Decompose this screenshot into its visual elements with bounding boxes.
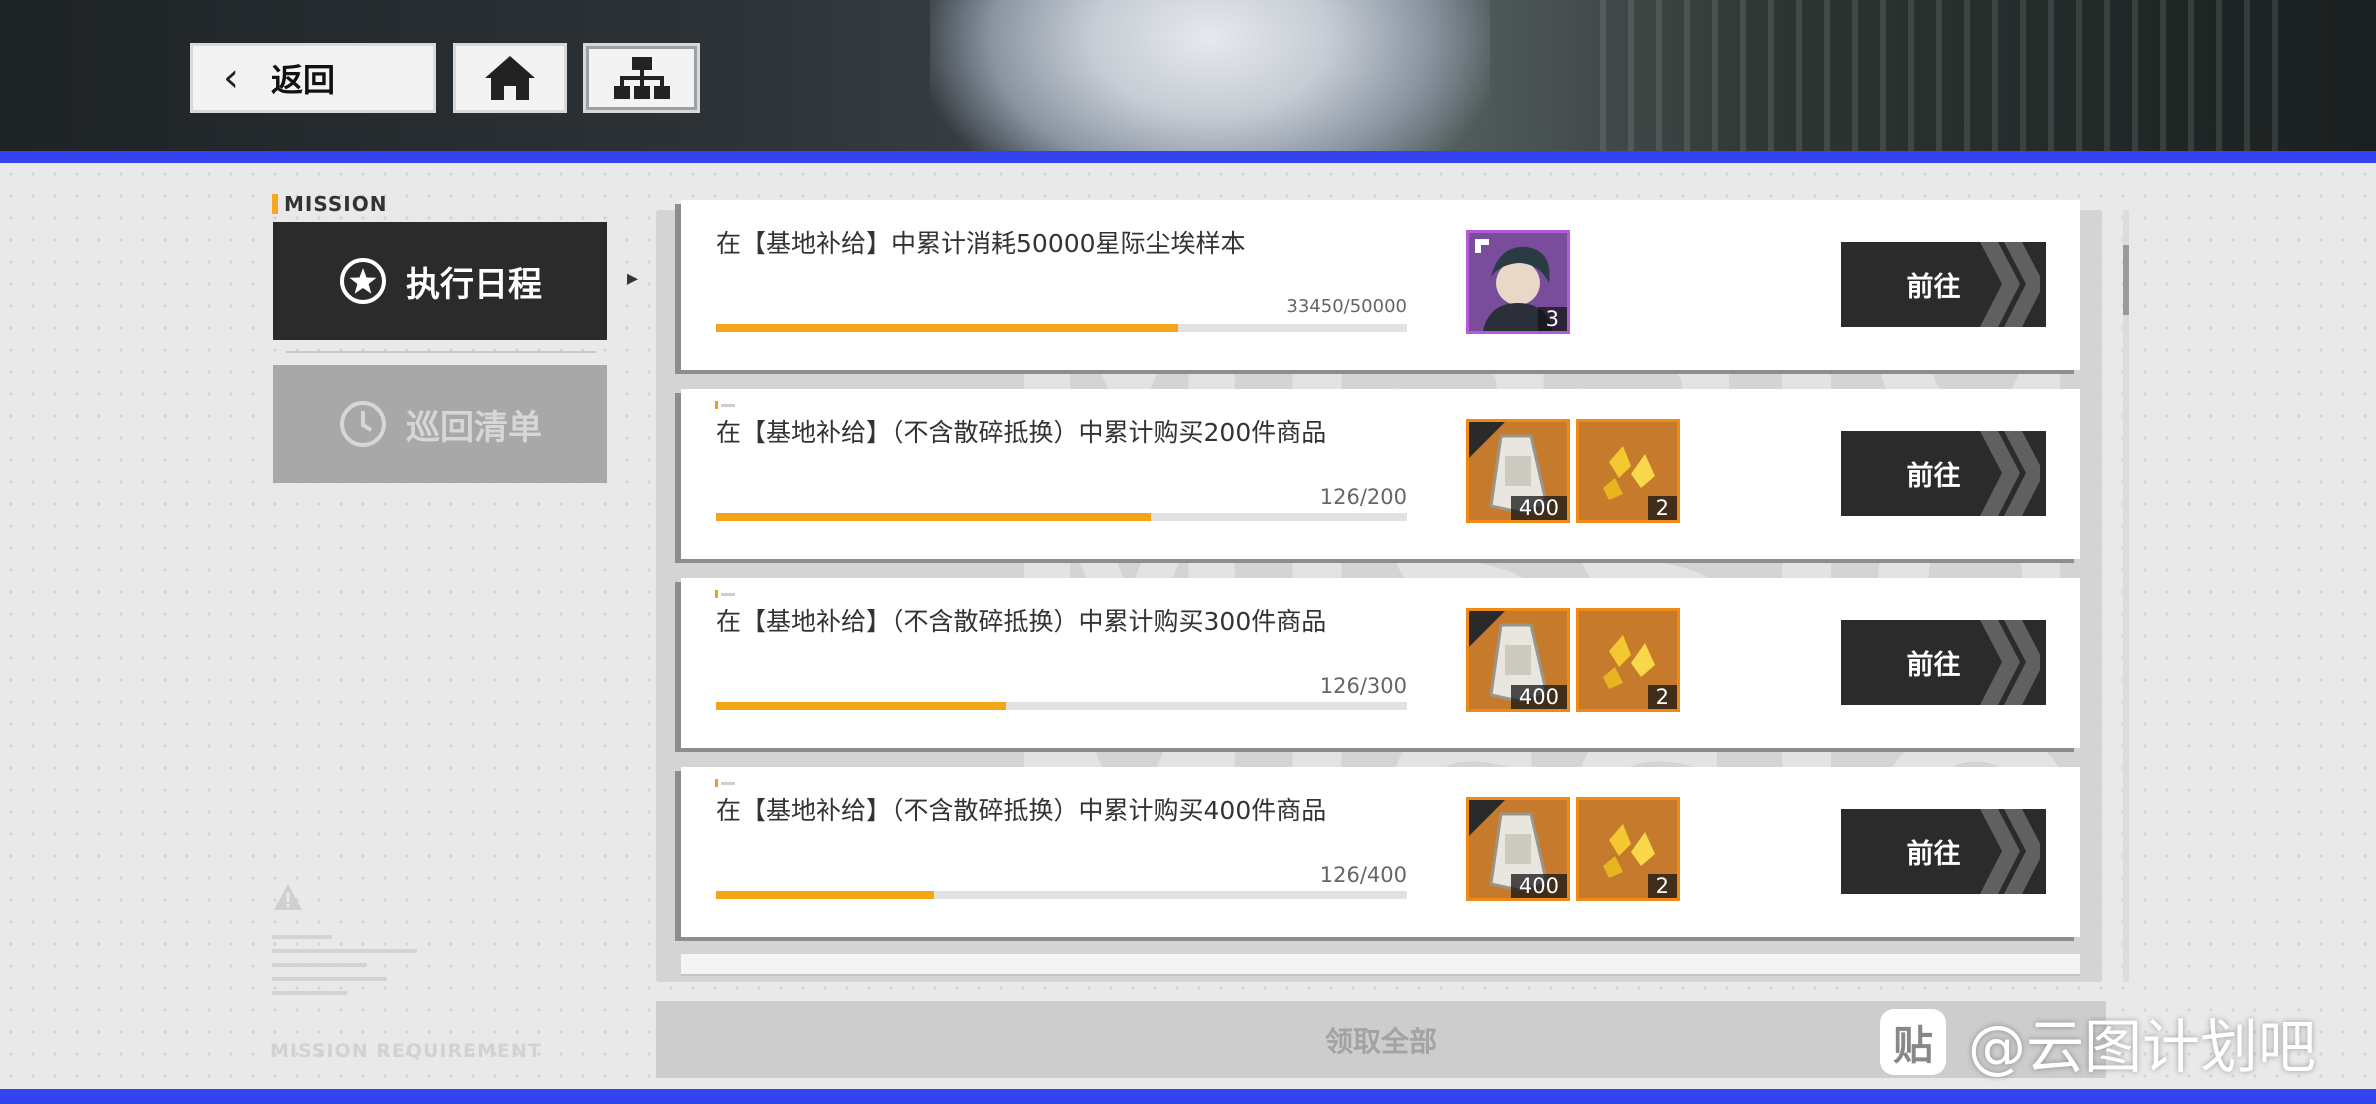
tab-patrol-list-label: 巡回清单: [406, 407, 542, 448]
double-chevron-icon: [1980, 431, 2040, 516]
footer-accent-bar: [0, 1089, 2376, 1104]
mission-section-label: MISSION: [284, 192, 388, 216]
back-button[interactable]: ‹ 返回: [190, 43, 436, 113]
go-button[interactable]: 前往: [1841, 809, 2046, 894]
mission-title: 在【基地补给】（不含散碎抵换）中累计购买300件商品: [716, 607, 1327, 636]
reward-quantity: 2: [1647, 874, 1677, 898]
reward-quantity: 400: [1510, 874, 1567, 898]
mission-progress-bar: [716, 891, 1407, 899]
reward-item[interactable]: 400: [1466, 608, 1570, 712]
reward-item[interactable]: 2: [1576, 608, 1680, 712]
source-watermark: 贴 @云图计划吧: [1880, 1005, 2316, 1081]
double-chevron-icon: [1980, 809, 2040, 894]
reward-quantity: 3: [1537, 307, 1567, 331]
banner-background-art: [1600, 0, 2300, 152]
mission-card: 在【基地补给】（不含散碎抵换）中累计购买200件商品 126/200 400 2…: [681, 389, 2080, 559]
mission-progress-text: 126/300: [1319, 674, 1407, 698]
section-marker: [272, 194, 278, 214]
mission-title: 在【基地补给】（不含散碎抵换）中累计购买200件商品: [716, 418, 1327, 447]
mission-card: 在【基地补给】（不含散碎抵换）中累计购买300件商品 126/300 400 2…: [681, 578, 2080, 748]
sidebar-divider: [286, 351, 596, 353]
mission-card-partial: [681, 954, 2080, 976]
mission-progress-text: 33450/50000: [1286, 296, 1407, 317]
item-corner-tag: [1469, 422, 1505, 458]
character-art: [930, 0, 1490, 152]
reward-item[interactable]: 400: [1466, 797, 1570, 901]
reward-item[interactable]: 2: [1576, 419, 1680, 523]
go-button-label: 前往: [1906, 650, 1961, 681]
go-button[interactable]: 前往: [1841, 242, 2046, 327]
reward-quantity: 2: [1647, 685, 1677, 709]
mission-tag-marker: [715, 401, 737, 409]
tab-patrol-list[interactable]: 巡回清单: [273, 365, 607, 483]
mission-card: 在【基地补给】（不含散碎抵换）中累计购买400件商品 126/400 400 2…: [681, 767, 2080, 937]
star-circle-icon: [340, 258, 386, 304]
header-accent-bar: [0, 151, 2376, 163]
mission-progress-fill: [716, 513, 1152, 521]
go-button[interactable]: 前往: [1841, 431, 2046, 516]
mission-title: 在【基地补给】中累计消耗50000星际尘埃样本: [716, 229, 1246, 258]
caret-right-icon: ▸: [627, 266, 639, 291]
reward-quantity: 2: [1647, 496, 1677, 520]
mission-tag-marker: [715, 590, 737, 598]
mission-progress-text: 126/200: [1319, 485, 1407, 509]
mission-progress-text: 126/400: [1319, 863, 1407, 887]
clock-icon: [340, 401, 386, 447]
item-corner-tag: [1469, 611, 1505, 647]
home-icon: [485, 56, 535, 100]
reward-item[interactable]: 400: [1466, 419, 1570, 523]
double-chevron-icon: [1980, 242, 2040, 327]
watermark-text: @云图计划吧: [1968, 1013, 2317, 1081]
tieba-logo-icon: 贴: [1880, 1009, 1946, 1075]
sitemap-icon: [613, 57, 670, 99]
double-chevron-icon: [1980, 620, 2040, 705]
requirement-placeholder-lines: [272, 935, 417, 1005]
mission-progress-fill: [716, 891, 934, 899]
mission-tag-marker: [715, 779, 737, 787]
back-button-label: 返回: [271, 61, 336, 99]
mission-progress-bar: [716, 324, 1407, 332]
go-button-label: 前往: [1906, 839, 1961, 870]
chevron-left-icon: ‹: [223, 55, 239, 101]
mission-requirement-label: MISSION REQUIREMENT: [270, 1040, 542, 1062]
reward-quantity: 400: [1510, 496, 1567, 520]
tab-schedule[interactable]: 执行日程: [273, 222, 607, 340]
item-corner-tag: [1469, 800, 1505, 836]
mission-section-header: MISSION: [272, 192, 387, 216]
mission-progress-fill: [716, 324, 1179, 332]
scrollbar-thumb[interactable]: [2123, 245, 2129, 315]
mission-progress-fill: [716, 702, 1007, 710]
tab-schedule-label: 执行日程: [406, 264, 542, 305]
claim-all-label: 领取全部: [1324, 1024, 1437, 1058]
reward-item[interactable]: 3: [1466, 230, 1570, 334]
mission-progress-bar: [716, 702, 1407, 710]
sitemap-button[interactable]: [583, 43, 700, 113]
reward-quantity: 400: [1510, 685, 1567, 709]
scrollbar-track[interactable]: [2123, 210, 2129, 982]
go-button-label: 前往: [1906, 461, 1961, 492]
mission-progress-bar: [716, 513, 1407, 521]
mission-title: 在【基地补给】（不含散碎抵换）中累计购买400件商品: [716, 796, 1327, 825]
mission-card: 在【基地补给】中累计消耗50000星际尘埃样本 33450/50000 3 前往: [681, 200, 2080, 370]
go-button-label: 前往: [1906, 272, 1961, 303]
reward-item[interactable]: 2: [1576, 797, 1680, 901]
home-button[interactable]: [453, 43, 567, 113]
go-button[interactable]: 前往: [1841, 620, 2046, 705]
warning-icon: [272, 882, 304, 916]
